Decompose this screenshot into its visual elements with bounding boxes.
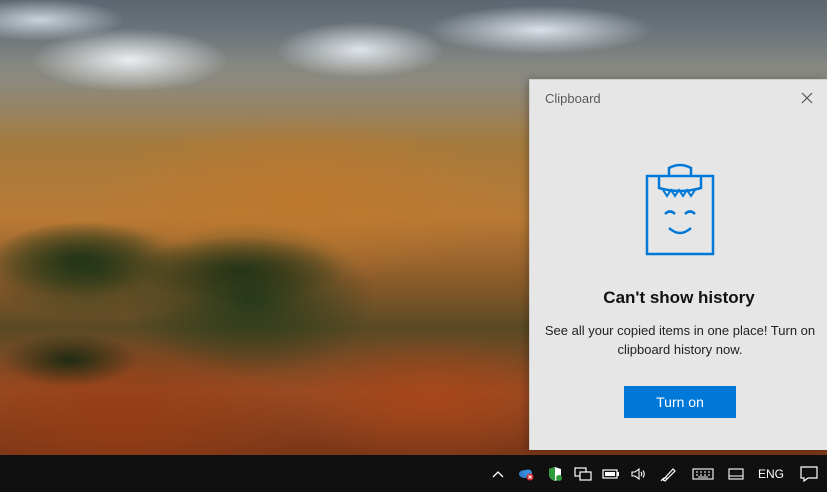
security-tray-button[interactable]: [541, 455, 569, 492]
turn-on-button[interactable]: Turn on: [624, 386, 736, 418]
language-indicator[interactable]: ENG: [751, 455, 791, 492]
empty-state-description: See all your copied items in one place! …: [544, 323, 816, 357]
tablet-mode-button[interactable]: [721, 455, 751, 492]
close-icon: [801, 92, 813, 104]
windows-ink-button[interactable]: [653, 455, 685, 492]
defender-shield-icon: [549, 466, 562, 481]
network-icon: [574, 466, 592, 481]
keyboard-icon: [692, 467, 714, 480]
network-tray-button[interactable]: [569, 455, 597, 492]
onedrive-tray-button[interactable]: [511, 455, 541, 492]
clipboard-smiley-icon: [645, 163, 715, 256]
action-center-button[interactable]: [791, 455, 827, 492]
tablet-icon: [728, 467, 744, 480]
clipboard-flyout: Clipboard Can't show history See all you…: [529, 79, 827, 450]
wallpaper-forest: [0, 200, 360, 340]
close-button[interactable]: [795, 86, 819, 110]
volume-icon: [631, 467, 645, 480]
notification-icon: [800, 465, 818, 482]
show-hidden-icons-button[interactable]: [485, 455, 511, 492]
taskbar: ENG: [0, 455, 827, 492]
chevron-up-icon: [492, 470, 504, 477]
touch-keyboard-button[interactable]: [685, 455, 721, 492]
system-tray: ENG: [485, 455, 827, 492]
battery-icon: [602, 468, 619, 479]
empty-state-heading: Can't show history: [603, 288, 755, 307]
volume-tray-button[interactable]: [625, 455, 653, 492]
wallpaper-valley: [0, 330, 160, 390]
onedrive-icon: [519, 469, 534, 480]
battery-tray-button[interactable]: [597, 455, 625, 492]
flyout-title: Clipboard: [545, 91, 601, 106]
pen-icon: [660, 467, 676, 482]
